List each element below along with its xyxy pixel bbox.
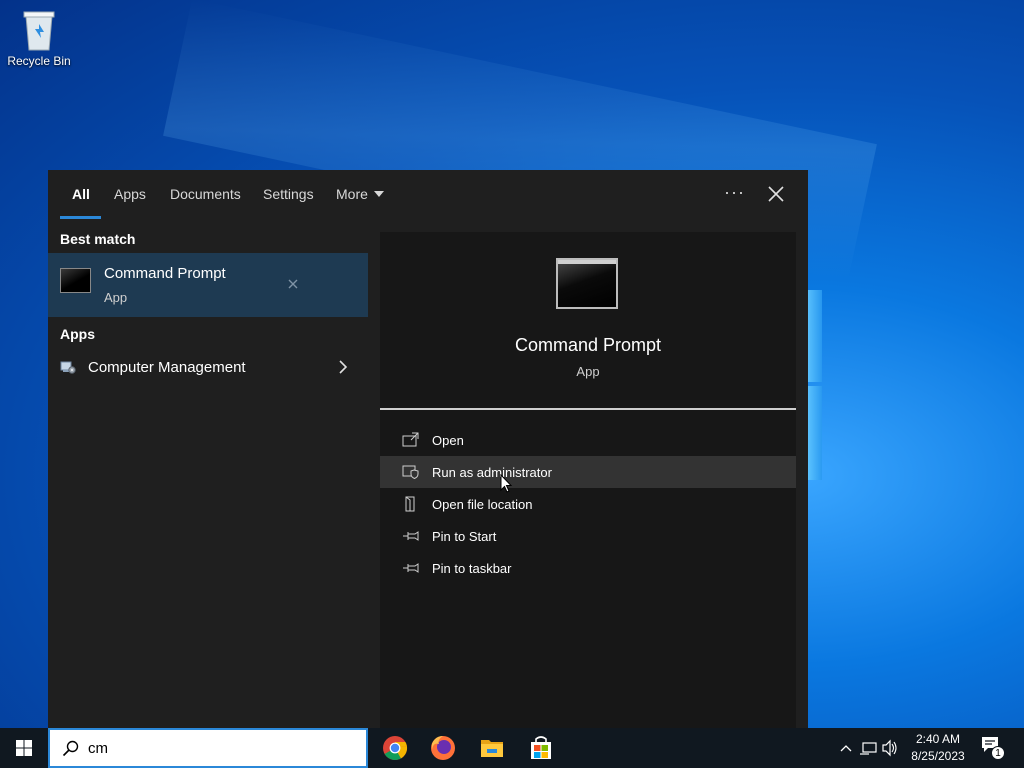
mouse-cursor-icon (500, 473, 514, 494)
recycle-bin-label: Recycle Bin (7, 54, 71, 68)
preview-title: Command Prompt (514, 335, 662, 355)
chevron-down-icon (373, 191, 384, 198)
action-label: Pin to taskbar (432, 561, 512, 576)
search-input[interactable]: cm (88, 740, 108, 757)
preview-pane: Command Prompt App Open Run as administr… (380, 232, 796, 728)
best-match-item[interactable]: Command Prompt App (48, 253, 368, 317)
computer-management-icon (60, 359, 76, 375)
tab-more-label: More (336, 186, 368, 202)
results-list: Best match Command Prompt App Apps Compu… (48, 222, 368, 728)
tab-apps[interactable]: Apps (114, 186, 146, 202)
notification-badge: 1 (991, 746, 1005, 760)
taskbar-clock[interactable]: 2:40 AM 8/25/2023 (900, 731, 976, 765)
action-label: Open file location (432, 497, 533, 512)
windows-icon (16, 740, 32, 756)
cmd-large-icon (556, 258, 618, 309)
close-icon (768, 186, 784, 202)
taskbar-store[interactable] (517, 728, 565, 768)
recycle-bin[interactable]: Recycle Bin (6, 8, 72, 68)
apps-heading: Apps (60, 326, 95, 342)
close-icon (288, 279, 298, 289)
more-options-button[interactable]: ··· (724, 182, 745, 203)
recycle-bin-icon (20, 8, 58, 52)
search-panel: All Apps Documents Settings More ··· Bes… (48, 170, 808, 728)
action-open[interactable]: Open (380, 424, 796, 456)
tab-documents[interactable]: Documents (170, 186, 241, 202)
action-label: Run as administrator (432, 465, 552, 480)
preview-divider (380, 408, 796, 410)
action-pin-to-taskbar[interactable]: Pin to taskbar (380, 552, 796, 584)
network-icon[interactable] (860, 742, 877, 755)
cmd-icon (60, 268, 91, 293)
taskbar-firefox[interactable] (419, 728, 467, 768)
tab-all[interactable]: All (72, 186, 90, 202)
file-location-icon (402, 496, 420, 512)
action-pin-to-start[interactable]: Pin to Start (380, 520, 796, 552)
best-match-subtitle: App (104, 290, 128, 305)
chevron-up-icon[interactable] (840, 745, 852, 752)
tab-more[interactable]: More (336, 186, 384, 202)
taskbar-search-box[interactable]: cm (48, 728, 368, 768)
action-label: Open (432, 433, 464, 448)
taskbar-file-explorer[interactable] (468, 728, 516, 768)
app-result-computer-management[interactable]: Computer Management (48, 350, 368, 386)
search-icon (62, 740, 79, 757)
action-center-button[interactable]: 1 (980, 736, 1006, 760)
close-button[interactable] (766, 184, 786, 204)
volume-icon[interactable] (882, 739, 897, 757)
store-icon (531, 736, 551, 759)
chevron-right-icon[interactable] (338, 360, 348, 374)
pin-icon (402, 560, 420, 576)
best-match-title: Command Prompt (104, 265, 226, 282)
taskbar-chrome[interactable] (371, 728, 419, 768)
action-open-file-location[interactable]: Open file location (380, 488, 796, 520)
action-run-as-administrator[interactable]: Run as administrator (380, 456, 796, 488)
open-icon (402, 432, 420, 448)
file-explorer-icon (481, 740, 503, 757)
pin-icon (402, 528, 420, 544)
search-tabs: All Apps Documents Settings More ··· (48, 170, 808, 222)
remove-result-button[interactable] (286, 277, 300, 291)
active-tab-indicator (60, 216, 101, 219)
start-button[interactable] (0, 728, 48, 768)
desktop-windows-logo (808, 290, 822, 480)
app-result-name: Computer Management (88, 359, 246, 376)
chrome-icon (383, 736, 408, 761)
taskbar: cm 2:40 AM 8/25/2023 1 (0, 728, 1024, 768)
shield-icon (402, 464, 420, 480)
tab-settings[interactable]: Settings (263, 186, 314, 202)
clock-date: 8/25/2023 (911, 749, 965, 763)
best-match-heading: Best match (60, 231, 136, 247)
clock-time: 2:40 AM (915, 732, 961, 746)
firefox-icon (431, 736, 455, 760)
action-label: Pin to Start (432, 529, 497, 544)
preview-subtitle: App (576, 364, 600, 379)
system-tray (836, 728, 900, 768)
